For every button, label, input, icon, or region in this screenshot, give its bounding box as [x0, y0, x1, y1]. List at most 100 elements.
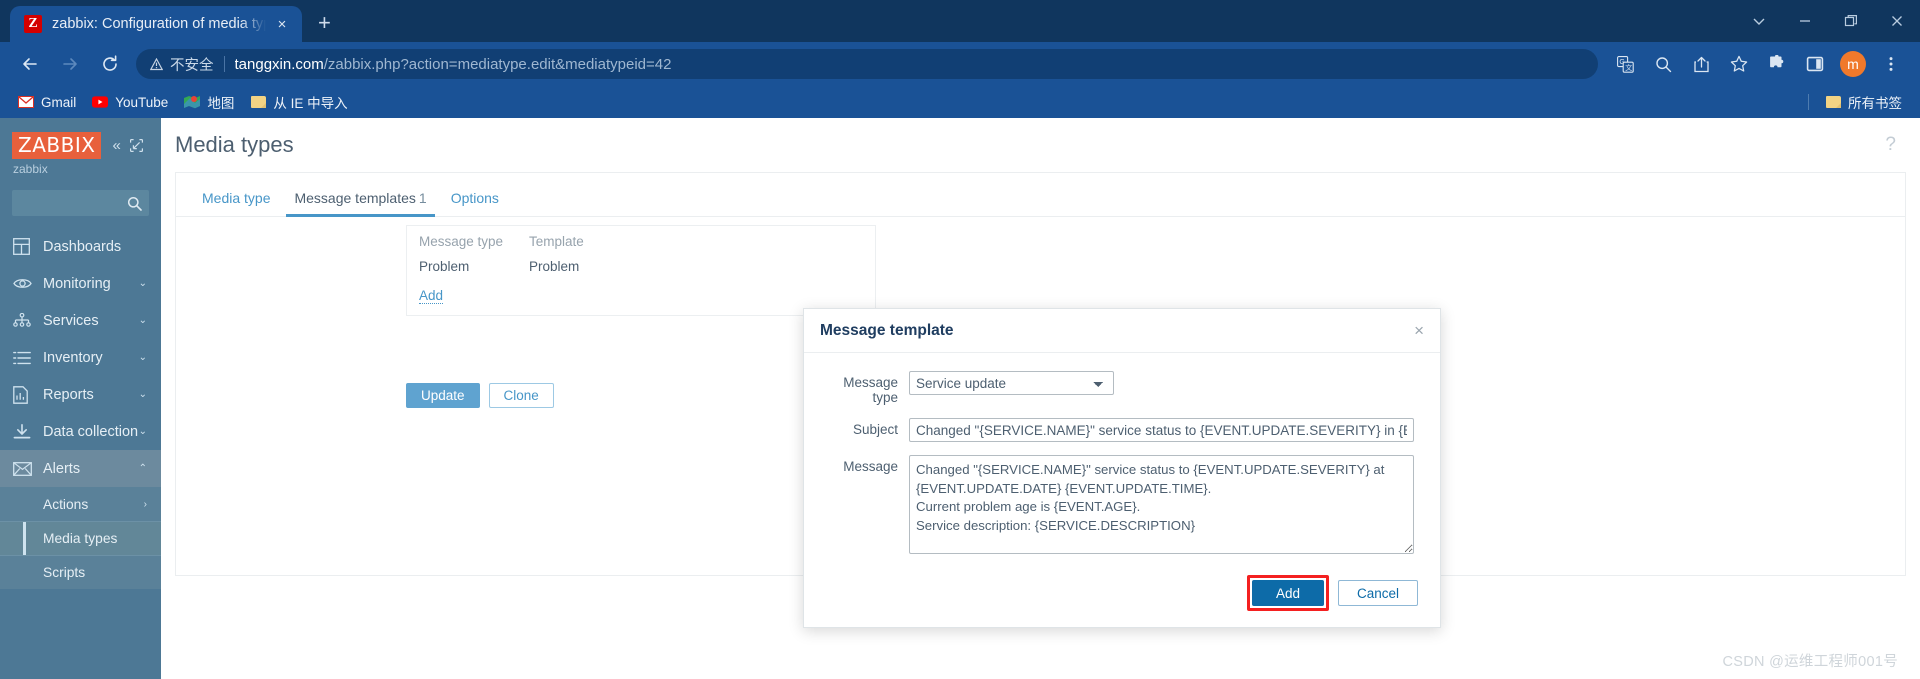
reload-icon[interactable]: [93, 47, 127, 81]
share-icon[interactable]: [1685, 48, 1717, 80]
zabbix-favicon-icon: Z: [24, 15, 42, 33]
envelope-icon: [13, 461, 34, 476]
close-window-icon[interactable]: [1874, 0, 1920, 42]
sidebar-item-label: Dashboards: [43, 238, 122, 255]
url-text: tanggxin.com/zabbix.php?action=mediatype…: [235, 56, 672, 73]
youtube-icon: [92, 94, 109, 110]
chevron-down-icon: ⌄: [138, 315, 147, 326]
message-label: Message: [843, 459, 898, 474]
sidebar-item-reports[interactable]: Reports ⌄: [0, 376, 161, 413]
modal-header: Message template ×: [804, 309, 1440, 353]
all-bookmarks-button[interactable]: 所有书签: [1817, 89, 1910, 115]
tab-close-icon[interactable]: ×: [272, 16, 292, 33]
chevron-up-icon: ⌃: [138, 463, 147, 474]
sidebar-subitem-label: Media types: [43, 531, 118, 546]
sidebar-subitem-label: Actions: [43, 496, 89, 512]
message-type-select[interactable]: Service update: [909, 371, 1114, 395]
address-bar[interactable]: 不安全 tanggxin.com/zabbix.php?action=media…: [136, 49, 1598, 79]
modal-body: Message type Service update Subject Mess…: [804, 353, 1440, 575]
sidebar-item-media-types[interactable]: Media types: [0, 521, 161, 555]
forward-icon[interactable]: [53, 47, 87, 81]
browser-tab[interactable]: Z zabbix: Configuration of media types ×: [10, 6, 302, 42]
new-tab-button[interactable]: +: [318, 12, 331, 34]
browser-window: Z zabbix: Configuration of media types ×…: [0, 0, 1920, 679]
window-controls: [1736, 0, 1920, 42]
sidebar-item-label: Alerts: [43, 460, 81, 477]
sidebar-header: ZABBIX «: [0, 118, 161, 159]
bookmark-star-icon[interactable]: [1723, 48, 1755, 80]
main-content: Media types ? Media type Message templat…: [161, 118, 1920, 679]
message-textarea[interactable]: Changed "{SERVICE.NAME}" service status …: [909, 455, 1414, 554]
bookmark-gmail[interactable]: Gmail: [10, 91, 84, 113]
back-icon[interactable]: [13, 47, 47, 81]
add-button[interactable]: Add: [1251, 580, 1324, 606]
bookmark-label: YouTube: [115, 94, 169, 110]
sidebar-subitem-label: Scripts: [43, 565, 86, 580]
modal-title: Message template: [820, 321, 954, 339]
minimize-icon[interactable]: [1782, 0, 1828, 42]
bookmark-maps[interactable]: 地图: [176, 89, 242, 115]
sidebar-collapse-icon[interactable]: «: [112, 138, 120, 153]
eye-icon: [13, 277, 34, 290]
subject-input[interactable]: [909, 418, 1414, 442]
modal-close-icon[interactable]: ×: [1414, 322, 1424, 339]
sidebar-hide-icon[interactable]: [129, 139, 143, 152]
toolbar-icon-group: G文 m: [1606, 48, 1910, 80]
side-panel-icon[interactable]: [1799, 48, 1831, 80]
csdn-watermark: CSDN @运维工程师001号: [1722, 654, 1898, 670]
bookmark-ie-import-folder[interactable]: 从 IE 中导入: [242, 89, 355, 115]
not-secure-label: 不安全: [170, 57, 214, 74]
url-path: /zabbix.php?action=mediatype.edit&mediat…: [323, 55, 672, 73]
sidebar-server-name: zabbix: [13, 162, 48, 176]
modal-overlay: Message template × Message type Service …: [161, 118, 1920, 679]
field-row-subject: Subject: [814, 418, 1418, 442]
search-icon: [127, 196, 142, 211]
message-type-label: Message type: [843, 375, 898, 405]
modal-footer: Add Cancel: [804, 575, 1440, 627]
sidebar-item-services[interactable]: Services ⌄: [0, 302, 161, 339]
sidebar-item-data-collection[interactable]: Data collection ⌄: [0, 413, 161, 450]
translate-icon[interactable]: G文: [1609, 48, 1641, 80]
message-template-modal: Message template × Message type Service …: [803, 308, 1441, 628]
tab-strip: Z zabbix: Configuration of media types ×…: [0, 0, 1920, 42]
bookmark-label: Gmail: [41, 94, 77, 110]
extensions-puzzle-icon[interactable]: [1761, 48, 1793, 80]
tab-search-icon[interactable]: [1736, 0, 1782, 42]
all-bookmarks-label: 所有书签: [1848, 96, 1902, 111]
not-secure-warning-icon: [150, 57, 163, 71]
sidebar-item-inventory[interactable]: Inventory ⌄: [0, 339, 161, 376]
sidebar: ZABBIX « zabbix Dashboards Monitoring ⌄ …: [0, 118, 161, 679]
sidebar-item-label: Data collection: [43, 423, 139, 440]
sidebar-item-dashboards[interactable]: Dashboards: [0, 228, 161, 265]
sidebar-item-monitoring[interactable]: Monitoring ⌄: [0, 265, 161, 302]
report-icon: [13, 385, 34, 404]
svg-text:文: 文: [1625, 63, 1632, 72]
subject-label: Subject: [852, 422, 898, 437]
chevron-down-icon: ⌄: [138, 278, 147, 289]
cancel-button[interactable]: Cancel: [1337, 580, 1418, 606]
zabbix-page: ZABBIX « zabbix Dashboards Monitoring ⌄ …: [0, 118, 1920, 679]
tab-title: zabbix: Configuration of media types: [52, 16, 266, 32]
list-icon: [13, 351, 34, 365]
chevron-down-icon: ⌄: [138, 426, 147, 437]
chrome-menu-icon[interactable]: [1875, 48, 1907, 80]
browser-toolbar: 不安全 tanggxin.com/zabbix.php?action=media…: [0, 42, 1920, 86]
folder-icon: [250, 94, 266, 110]
dashboard-icon: [13, 238, 34, 255]
sidebar-item-alerts[interactable]: Alerts ⌃: [0, 450, 161, 487]
bookmark-youtube[interactable]: YouTube: [84, 91, 176, 113]
download-icon: [13, 423, 34, 440]
sidebar-menu: Dashboards Monitoring ⌄ Services ⌄ Inven…: [0, 228, 161, 589]
field-row-message: Message Changed "{SERVICE.NAME}" service…: [814, 455, 1418, 554]
sidebar-item-label: Services: [43, 312, 99, 329]
folder-icon: [1825, 94, 1841, 110]
field-row-message-type: Message type Service update: [814, 371, 1418, 405]
search-icon[interactable]: [1647, 48, 1679, 80]
profile-avatar[interactable]: m: [1840, 51, 1866, 77]
sidebar-item-actions[interactable]: Actions ›: [0, 487, 161, 521]
sidebar-item-scripts[interactable]: Scripts: [0, 555, 161, 589]
chevron-down-icon: ⌄: [138, 389, 147, 400]
sidebar-search-input[interactable]: [12, 190, 149, 216]
restore-icon[interactable]: [1828, 0, 1874, 42]
maps-icon: [184, 94, 201, 110]
